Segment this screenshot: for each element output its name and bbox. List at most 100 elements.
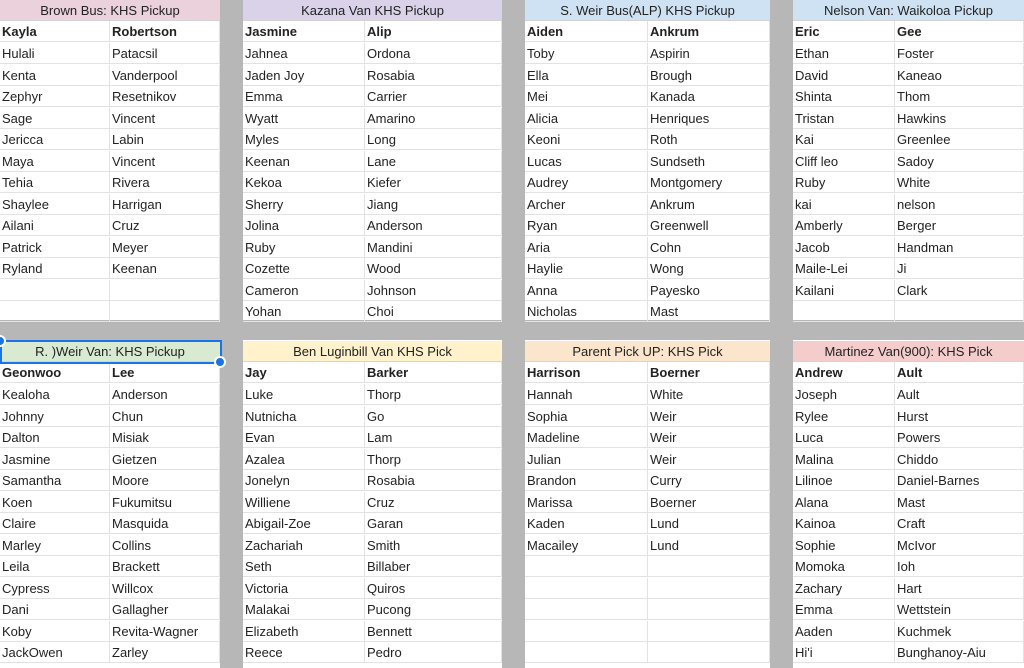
- last-name-cell[interactable]: [648, 556, 770, 577]
- first-name-cell[interactable]: Hannah: [525, 384, 648, 405]
- first-name-cell[interactable]: Nicholas: [525, 301, 648, 322]
- group-title-cell[interactable]: Martinez Van(900): KHS Pick: [793, 341, 1024, 362]
- last-name-cell[interactable]: Zarley: [110, 642, 220, 663]
- last-name-cell[interactable]: Weir: [648, 427, 770, 448]
- first-name-header-cell[interactable]: Harrison: [525, 362, 648, 383]
- last-name-cell[interactable]: [648, 642, 770, 663]
- first-name-cell[interactable]: [0, 279, 110, 301]
- last-name-cell[interactable]: Cruz: [365, 491, 502, 513]
- first-name-cell[interactable]: Luke: [243, 384, 365, 405]
- last-name-cell[interactable]: Curry: [648, 470, 770, 491]
- last-name-cell[interactable]: Vincent: [110, 150, 220, 172]
- group-title-cell[interactable]: Ben Luginbill Van KHS Pick: [243, 341, 502, 362]
- first-name-cell[interactable]: Jasmine: [0, 448, 110, 470]
- first-name-cell[interactable]: Kai: [793, 129, 895, 150]
- first-name-cell[interactable]: Sherry: [243, 193, 365, 215]
- first-name-cell[interactable]: Azalea: [243, 448, 365, 470]
- last-name-cell[interactable]: Choi: [365, 301, 502, 322]
- first-name-cell[interactable]: Dani: [0, 599, 110, 620]
- first-name-cell[interactable]: Sophia: [525, 405, 648, 427]
- first-name-cell[interactable]: [525, 577, 648, 599]
- last-name-cell[interactable]: Long: [365, 129, 502, 150]
- first-name-cell[interactable]: Nutnicha: [243, 405, 365, 427]
- last-name-header-cell[interactable]: Lee: [110, 362, 220, 383]
- first-name-cell[interactable]: Sage: [0, 107, 110, 129]
- first-name-cell[interactable]: Brandon: [525, 470, 648, 491]
- last-name-header-cell[interactable]: Ankrum: [648, 21, 770, 42]
- last-name-header-cell[interactable]: Ault: [895, 362, 1024, 383]
- first-name-cell[interactable]: [0, 301, 110, 322]
- first-name-cell[interactable]: Momoka: [793, 556, 895, 577]
- last-name-cell[interactable]: Pedro: [365, 642, 502, 663]
- first-name-cell[interactable]: Aaden: [793, 620, 895, 642]
- first-name-cell[interactable]: Ella: [525, 64, 648, 86]
- last-name-header-cell[interactable]: Robertson: [110, 21, 220, 42]
- first-name-cell[interactable]: Leila: [0, 556, 110, 577]
- first-name-cell[interactable]: Victoria: [243, 577, 365, 599]
- first-name-cell[interactable]: Williene: [243, 491, 365, 513]
- last-name-cell[interactable]: Fukumitsu: [110, 491, 220, 513]
- last-name-cell[interactable]: Ji: [895, 258, 1024, 279]
- first-name-cell[interactable]: Zachariah: [243, 534, 365, 556]
- first-name-cell[interactable]: Maya: [0, 150, 110, 172]
- first-name-cell[interactable]: kai: [793, 193, 895, 215]
- last-name-header-cell[interactable]: Gee: [895, 21, 1024, 42]
- last-name-cell[interactable]: Misiak: [110, 427, 220, 448]
- first-name-cell[interactable]: Abigail-Zoe: [243, 513, 365, 534]
- first-name-cell[interactable]: Ruby: [243, 236, 365, 258]
- last-name-cell[interactable]: Kiefer: [365, 172, 502, 193]
- last-name-cell[interactable]: Bennett: [365, 620, 502, 642]
- last-name-cell[interactable]: Rivera: [110, 172, 220, 193]
- first-name-cell[interactable]: Jahnea: [243, 43, 365, 64]
- last-name-cell[interactable]: Rosabia: [365, 64, 502, 86]
- first-name-cell[interactable]: Seth: [243, 556, 365, 577]
- first-name-cell[interactable]: Alicia: [525, 107, 648, 129]
- first-name-cell[interactable]: Maile-Lei: [793, 258, 895, 279]
- first-name-cell[interactable]: Amberly: [793, 215, 895, 236]
- last-name-cell[interactable]: Anderson: [365, 215, 502, 236]
- last-name-cell[interactable]: Kuchmek: [895, 620, 1024, 642]
- first-name-cell[interactable]: Macailey: [525, 534, 648, 556]
- last-name-cell[interactable]: Patacsil: [110, 43, 220, 64]
- first-name-header-cell[interactable]: Andrew: [793, 362, 895, 383]
- last-name-cell[interactable]: Berger: [895, 215, 1024, 236]
- first-name-cell[interactable]: JackOwen: [0, 642, 110, 663]
- last-name-cell[interactable]: McIvor: [895, 534, 1024, 556]
- first-name-header-cell[interactable]: Eric: [793, 21, 895, 42]
- first-name-cell[interactable]: Malakai: [243, 599, 365, 620]
- first-name-cell[interactable]: Yohan: [243, 301, 365, 322]
- first-name-cell[interactable]: Cliff leo: [793, 150, 895, 172]
- first-name-cell[interactable]: Keoni: [525, 129, 648, 150]
- first-name-cell[interactable]: Kailani: [793, 279, 895, 301]
- last-name-cell[interactable]: Quiros: [365, 577, 502, 599]
- first-name-cell[interactable]: Ryan: [525, 215, 648, 236]
- first-name-cell[interactable]: Cameron: [243, 279, 365, 301]
- last-name-cell[interactable]: Henriques: [648, 107, 770, 129]
- last-name-cell[interactable]: Ankrum: [648, 193, 770, 215]
- last-name-cell[interactable]: Keenan: [110, 258, 220, 279]
- first-name-cell[interactable]: Patrick: [0, 236, 110, 258]
- last-name-cell[interactable]: Brackett: [110, 556, 220, 577]
- last-name-cell[interactable]: Revita-Wagner: [110, 620, 220, 642]
- first-name-cell[interactable]: Ethan: [793, 43, 895, 64]
- last-name-cell[interactable]: Greenlee: [895, 129, 1024, 150]
- last-name-cell[interactable]: Gallagher: [110, 599, 220, 620]
- last-name-cell[interactable]: Brough: [648, 64, 770, 86]
- last-name-cell[interactable]: Meyer: [110, 236, 220, 258]
- first-name-cell[interactable]: Marissa: [525, 491, 648, 513]
- last-name-cell[interactable]: Labin: [110, 129, 220, 150]
- last-name-cell[interactable]: Clark: [895, 279, 1024, 301]
- group-title-cell[interactable]: S. Weir Bus(ALP) KHS Pickup: [525, 0, 770, 21]
- first-name-cell[interactable]: Audrey: [525, 172, 648, 193]
- first-name-cell[interactable]: Koby: [0, 620, 110, 642]
- first-name-cell[interactable]: Kekoa: [243, 172, 365, 193]
- first-name-header-cell[interactable]: Jasmine: [243, 21, 365, 42]
- last-name-cell[interactable]: Willcox: [110, 577, 220, 599]
- last-name-cell[interactable]: Thorp: [365, 384, 502, 405]
- last-name-cell[interactable]: [895, 301, 1024, 322]
- last-name-cell[interactable]: nelson: [895, 193, 1024, 215]
- first-name-cell[interactable]: Marley: [0, 534, 110, 556]
- group-title-cell[interactable]: Parent Pick UP: KHS Pick: [525, 341, 770, 362]
- last-name-cell[interactable]: Pucong: [365, 599, 502, 620]
- last-name-cell[interactable]: Chun: [110, 405, 220, 427]
